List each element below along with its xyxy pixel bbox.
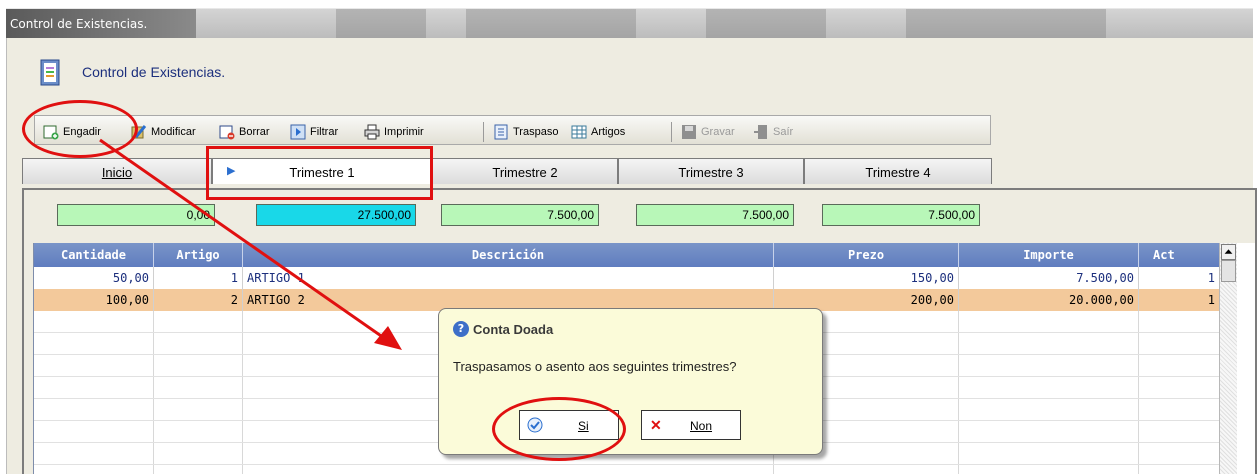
cell-cantidade: 100,00	[34, 289, 154, 311]
dialog-title: Conta Doada	[473, 322, 554, 337]
transfer-button[interactable]: Traspaso	[493, 123, 558, 141]
tab-label: Trimestre 3	[678, 165, 744, 180]
check-circle-icon	[527, 417, 543, 433]
column-header-cantidade[interactable]: Cantidade	[34, 243, 154, 267]
vertical-scrollbar[interactable]	[1219, 243, 1237, 474]
transfer-button-label: Traspaso	[513, 126, 559, 138]
save-button[interactable]: Gravar	[681, 123, 735, 141]
filter-icon	[290, 124, 306, 140]
articles-button[interactable]: Artigos	[571, 123, 625, 141]
cell-act: 1	[1207, 271, 1215, 285]
modify-button[interactable]: Modificar	[131, 123, 196, 141]
question-icon: ?	[453, 321, 469, 337]
no-button-label: Non	[690, 419, 713, 433]
total-trimestre-3: 7.500,00	[636, 204, 794, 226]
print-button[interactable]: Imprimir	[364, 123, 424, 141]
title-bar-band	[906, 9, 1106, 39]
add-button-label: Engadir	[63, 126, 101, 138]
cell-act: 1	[1207, 293, 1215, 307]
filter-button-label: Filtrar	[310, 126, 339, 138]
delete-button-label: Borrar	[239, 126, 270, 138]
arrow-up-icon	[1224, 249, 1233, 254]
exit-button-label: Saír	[773, 126, 794, 138]
filter-button[interactable]: Filtrar	[290, 123, 338, 141]
toolbar: Engadir Modificar Borrar Filtrar Imprimi…	[34, 115, 991, 145]
total-trimestre-1: 27.500,00	[256, 204, 416, 226]
column-header-artigo[interactable]: Artigo	[154, 243, 243, 267]
column-header-descricion[interactable]: Descrición	[243, 243, 774, 267]
scroll-up-button[interactable]	[1221, 244, 1236, 260]
title-bar-band	[336, 9, 426, 39]
close-icon: ✕	[650, 417, 662, 433]
tab-inicio[interactable]: Inicio	[22, 158, 212, 184]
cell-importe: 20.000,00	[959, 289, 1139, 311]
dialog-message: Traspasamos o asento aos seguintes trime…	[453, 359, 737, 374]
cell-artigo: 2	[154, 289, 243, 311]
tab-label: Inicio	[101, 165, 133, 180]
tab-label: Trimestre 2	[492, 165, 558, 180]
delete-document-icon	[219, 125, 235, 140]
window-title: Control de Existencias.	[10, 17, 148, 31]
yes-button[interactable]: Si	[519, 410, 619, 440]
modify-button-label: Modificar	[151, 126, 196, 138]
page-title: Control de Existencias.	[82, 64, 226, 80]
annotation-rectangle-tab	[206, 146, 433, 200]
confirm-dialog: ? Conta Doada Traspasamos o asento aos s…	[438, 308, 823, 455]
articles-grid-icon	[571, 125, 587, 139]
document-list-icon	[40, 59, 60, 86]
title-bar-band	[466, 9, 636, 39]
table-row[interactable]: 50,00 1 ARTIGO 1 150,00 7.500,00 1	[34, 267, 1219, 289]
column-header-prezo[interactable]: Prezo	[774, 243, 959, 267]
toolbar-separator	[483, 122, 484, 142]
printer-icon	[364, 124, 380, 140]
cell-prezo: 150,00	[774, 267, 959, 289]
add-button[interactable]: Engadir	[43, 123, 101, 141]
tab-label: Trimestre 4	[865, 165, 931, 180]
tab-strip: Inicio ▶ Trimestre 1 Trimestre 2 Trimest…	[22, 158, 992, 184]
tab-trimestre-2[interactable]: Trimestre 2	[432, 158, 618, 184]
exit-door-icon	[754, 125, 767, 139]
tab-trimestre-4[interactable]: Trimestre 4	[804, 158, 992, 184]
cell-cantidade: 50,00	[34, 267, 154, 289]
total-trimestre-4: 7.500,00	[822, 204, 980, 226]
column-header-act[interactable]: Act	[1139, 243, 1219, 267]
window-title-bar: Control de Existencias.	[6, 8, 1253, 39]
cell-descricion: ARTIGO 1	[243, 267, 774, 289]
scroll-thumb[interactable]	[1221, 260, 1236, 282]
tab-trimestre-3[interactable]: Trimestre 3	[618, 158, 804, 184]
save-button-label: Gravar	[701, 126, 735, 138]
save-icon	[682, 125, 696, 139]
cell-importe: 7.500,00	[959, 267, 1139, 289]
total-inicio: 0,00	[57, 204, 215, 226]
exit-button[interactable]: Saír	[753, 123, 793, 141]
add-document-icon	[43, 125, 59, 140]
delete-button[interactable]: Borrar	[219, 123, 270, 141]
grid-header: Cantidade Artigo Descrición Prezo Import…	[34, 243, 1219, 267]
articles-button-label: Artigos	[591, 126, 626, 138]
title-bar-band	[706, 9, 826, 39]
print-button-label: Imprimir	[384, 126, 424, 138]
edit-icon	[131, 125, 147, 139]
cell-artigo: 1	[154, 267, 243, 289]
column-header-importe[interactable]: Importe	[959, 243, 1139, 267]
yes-button-label: Si	[578, 419, 589, 433]
toolbar-separator	[671, 122, 672, 142]
transfer-icon	[494, 124, 508, 140]
no-button[interactable]: ✕ Non	[641, 410, 741, 440]
total-trimestre-2: 7.500,00	[441, 204, 599, 226]
